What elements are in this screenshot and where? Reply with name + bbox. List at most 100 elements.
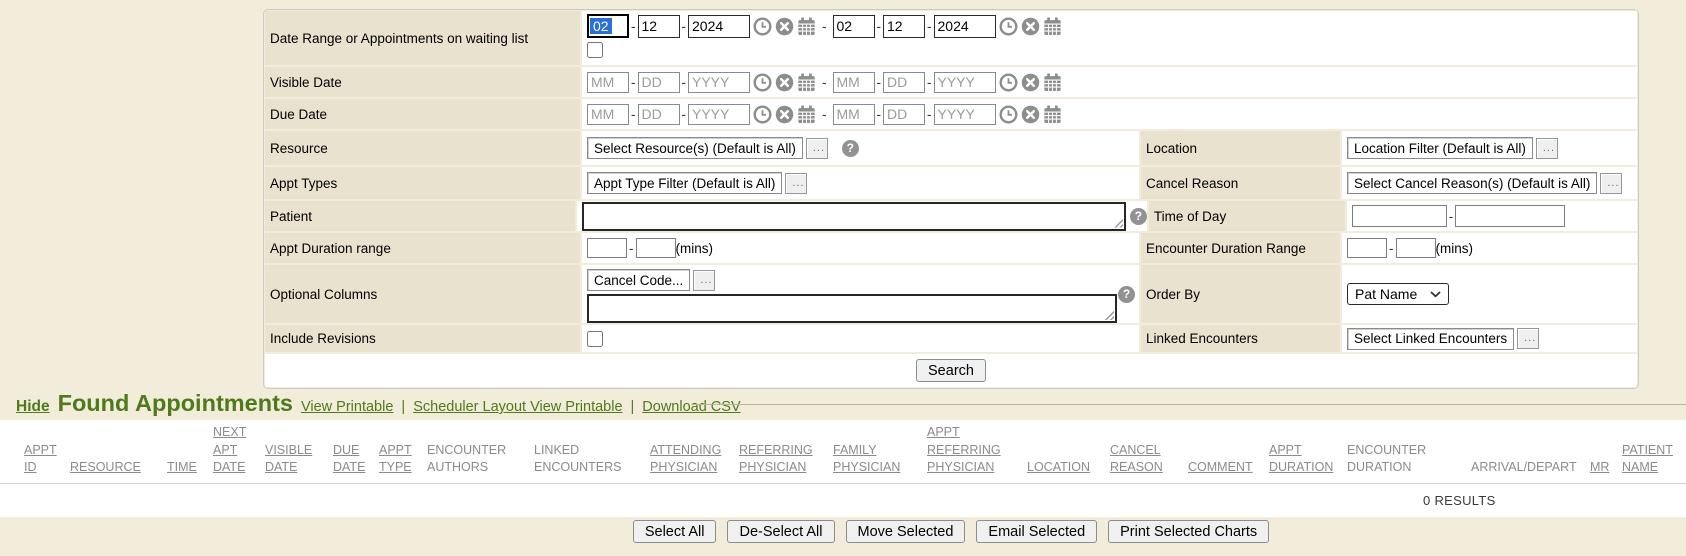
column-header-appt-duration[interactable]: APPT DURATION xyxy=(1269,442,1347,478)
calendar-icon[interactable] xyxy=(1043,17,1062,36)
column-header-mr[interactable]: MR xyxy=(1590,459,1622,477)
column-header-attending-physician[interactable]: ATTENDING PHYSICIAN xyxy=(650,442,739,478)
optional-columns-browse-button[interactable]: ... xyxy=(693,270,715,291)
appt-types-browse-button[interactable]: ... xyxy=(785,173,807,194)
calendar-icon[interactable] xyxy=(1043,105,1062,124)
linked-encounters-browse-button[interactable]: ... xyxy=(1517,328,1539,349)
column-header-next-apt-date[interactable]: NEXT APT DATE xyxy=(213,424,265,477)
dd-input[interactable] xyxy=(883,104,925,125)
linked-encounters-cell: Select Linked Encounters ... xyxy=(1342,325,1637,352)
time-of-day-start-input[interactable] xyxy=(1352,205,1447,227)
patient-help-icon[interactable]: ? xyxy=(1130,208,1147,225)
clear-icon[interactable] xyxy=(775,105,794,124)
order-by-select[interactable]: Pat Name xyxy=(1347,283,1449,305)
location-browse-button[interactable]: ... xyxy=(1536,138,1558,159)
linked-encounters-box[interactable]: Select Linked Encounters xyxy=(1347,328,1514,350)
mm-input[interactable]: 02 xyxy=(587,14,629,38)
appt-duration-min-input[interactable] xyxy=(587,238,627,258)
yyyy-input[interactable] xyxy=(688,104,750,125)
column-header-due-date[interactable]: DUE DATE xyxy=(333,442,379,478)
include-revisions-checkbox[interactable] xyxy=(587,331,603,347)
clear-icon[interactable] xyxy=(1021,105,1040,124)
de-select-all-button[interactable]: De-Select All xyxy=(727,520,834,543)
optional-columns-box[interactable]: Cancel Code... xyxy=(587,269,690,291)
column-header-time[interactable]: TIME xyxy=(167,459,213,477)
dd-input[interactable] xyxy=(638,104,680,125)
column-header-appt-id[interactable]: APPT ID xyxy=(24,442,70,478)
encounter-duration-max-input[interactable] xyxy=(1396,238,1436,258)
cancel-reason-filter-box[interactable]: Select Cancel Reason(s) (Default is All) xyxy=(1347,172,1597,194)
dd-input[interactable] xyxy=(883,15,925,38)
location-filter-box[interactable]: Location Filter (Default is All) xyxy=(1347,137,1533,159)
optional-columns-textarea[interactable] xyxy=(587,294,1117,323)
order-by-selected-value: Pat Name xyxy=(1355,286,1417,302)
print-selected-charts-button[interactable]: Print Selected Charts xyxy=(1108,520,1269,543)
cancel-reason-label-text: Cancel Reason xyxy=(1146,176,1238,191)
encounter-duration-units: (mins) xyxy=(1436,241,1474,256)
hide-link[interactable]: Hide xyxy=(16,398,50,416)
yyyy-input[interactable] xyxy=(934,104,996,125)
clear-icon[interactable] xyxy=(775,73,794,92)
column-header-patient-name[interactable]: PATIENT NAME xyxy=(1622,442,1686,478)
clock-icon[interactable] xyxy=(753,73,772,92)
clock-icon[interactable] xyxy=(999,17,1018,36)
dd-input[interactable] xyxy=(638,15,680,38)
yyyy-input[interactable] xyxy=(934,15,996,38)
column-header-comment[interactable]: COMMENT xyxy=(1188,459,1269,477)
column-header-referring-physician[interactable]: REFERRING PHYSICIAN xyxy=(739,442,833,478)
view-printable-link[interactable]: View Printable xyxy=(301,399,393,415)
results-table: APPT IDRESOURCETIMENEXT APT DATEVISIBLE … xyxy=(0,420,1686,517)
scheduler-layout-view-printable-link[interactable]: Scheduler Layout View Printable xyxy=(413,399,622,415)
patient-cell: ? xyxy=(577,201,1147,231)
encounter-duration-min-input[interactable] xyxy=(1347,238,1387,258)
clock-icon[interactable] xyxy=(999,73,1018,92)
yyyy-input[interactable] xyxy=(688,15,750,38)
filter-row-resource-location: Resource Select Resource(s) (Default is … xyxy=(265,131,1637,165)
calendar-icon[interactable] xyxy=(797,105,816,124)
field-separator: - xyxy=(1389,241,1394,256)
mm-input[interactable] xyxy=(833,104,875,125)
resource-browse-button[interactable]: ... xyxy=(806,138,828,159)
resource-filter-box[interactable]: Select Resource(s) (Default is All) xyxy=(587,137,803,159)
time-of-day-end-input[interactable] xyxy=(1455,205,1565,227)
clock-icon[interactable] xyxy=(753,17,772,36)
mm-input[interactable] xyxy=(833,72,875,93)
calendar-icon[interactable] xyxy=(797,17,816,36)
move-selected-button[interactable]: Move Selected xyxy=(846,520,966,543)
search-button[interactable]: Search xyxy=(916,359,986,382)
clock-icon[interactable] xyxy=(999,105,1018,124)
column-header-family-physician[interactable]: FAMILY PHYSICIAN xyxy=(833,442,927,478)
mm-input[interactable] xyxy=(833,15,875,38)
optional-columns-help-icon[interactable]: ? xyxy=(1118,286,1135,303)
clear-icon[interactable] xyxy=(1021,17,1040,36)
resource-help-icon[interactable]: ? xyxy=(842,140,859,157)
clear-icon[interactable] xyxy=(775,17,794,36)
select-all-button[interactable]: Select All xyxy=(633,520,717,543)
download-csv-link[interactable]: Download CSV xyxy=(642,399,740,415)
column-header-cancel-reason[interactable]: CANCEL REASON xyxy=(1110,442,1188,478)
column-header-encounter-authors: ENCOUNTER AUTHORS xyxy=(427,442,534,478)
dd-input[interactable] xyxy=(883,72,925,93)
patient-input[interactable] xyxy=(582,202,1126,231)
calendar-icon[interactable] xyxy=(797,73,816,92)
column-header-visible-date[interactable]: VISIBLE DATE xyxy=(265,442,333,478)
clock-icon[interactable] xyxy=(753,105,772,124)
column-header-location[interactable]: LOCATION xyxy=(1027,459,1110,477)
clear-icon[interactable] xyxy=(1021,73,1040,92)
appt-duration-max-input[interactable] xyxy=(636,238,676,258)
mm-input[interactable] xyxy=(587,72,629,93)
yyyy-input[interactable] xyxy=(934,72,996,93)
waiting-list-checkbox[interactable] xyxy=(587,42,603,58)
column-header-appt-referring-physician[interactable]: APPT REFERRING PHYSICIAN xyxy=(927,424,1027,477)
appt-types-filter-box[interactable]: Appt Type Filter (Default is All) xyxy=(587,172,782,194)
cancel-reason-browse-button[interactable]: ... xyxy=(1600,173,1622,194)
resource-label: Resource xyxy=(265,131,580,165)
mm-input[interactable] xyxy=(587,104,629,125)
calendar-icon[interactable] xyxy=(1043,73,1062,92)
column-header-resource[interactable]: RESOURCE xyxy=(70,459,167,477)
dd-input[interactable] xyxy=(638,72,680,93)
yyyy-input[interactable] xyxy=(688,72,750,93)
column-header-appt-type[interactable]: APPT TYPE xyxy=(379,442,427,478)
field-separator: - xyxy=(927,19,932,34)
email-selected-button[interactable]: Email Selected xyxy=(976,520,1097,543)
